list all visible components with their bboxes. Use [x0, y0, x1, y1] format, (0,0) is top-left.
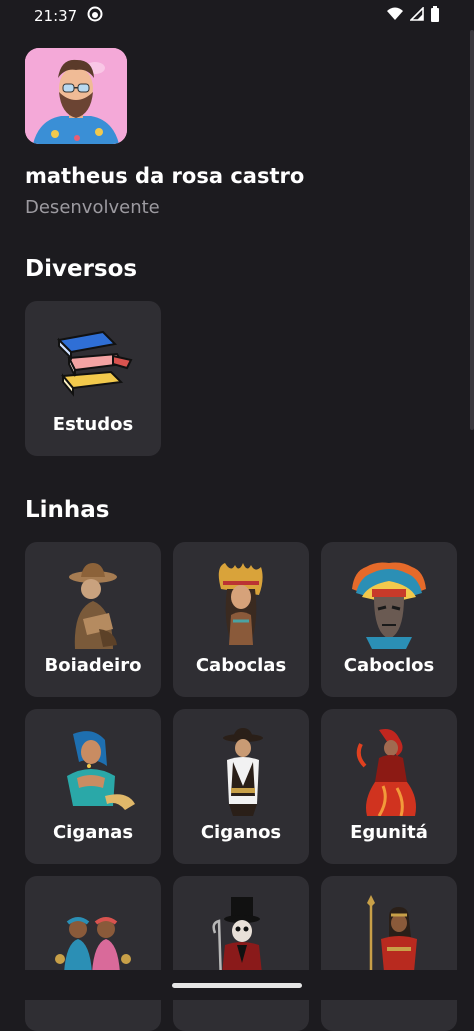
section-title-diversos: Diversos — [25, 256, 138, 282]
boiadeiro-figure — [25, 556, 161, 652]
books-icon — [25, 315, 161, 411]
section-title-linhas: Linhas — [25, 497, 110, 523]
avatar[interactable] — [25, 48, 127, 144]
card-boiadeiro[interactable]: Boiadeiro — [25, 542, 161, 697]
wifi-icon — [386, 7, 404, 25]
card-ciganos[interactable]: Ciganos — [173, 709, 309, 864]
card-ciganas[interactable]: Ciganas — [25, 709, 161, 864]
user-name: matheus da rosa castro — [25, 164, 305, 188]
card-label: Estudos — [52, 414, 134, 435]
gesture-navigation-handle[interactable] — [172, 983, 302, 988]
status-time: 21:37 — [34, 7, 78, 25]
ciganos-figure — [173, 723, 309, 819]
card-caboclos[interactable]: Caboclos — [321, 542, 457, 697]
card-linha-7[interactable] — [25, 876, 161, 1031]
card-label: Boiadeiro — [44, 655, 142, 676]
status-bar: 21:37 — [0, 0, 474, 32]
card-estudos[interactable]: Estudos — [25, 301, 161, 456]
card-caboclas[interactable]: Caboclas — [173, 542, 309, 697]
caboclas-figure — [173, 556, 309, 652]
card-linha-9[interactable] — [321, 876, 457, 1031]
card-label: Caboclos — [343, 655, 435, 676]
card-egunita[interactable]: Egunitá — [321, 709, 457, 864]
battery-icon — [430, 6, 440, 26]
cell-signal-icon — [409, 6, 424, 25]
app-notification-icon — [87, 6, 103, 26]
card-label: Ciganos — [200, 822, 282, 843]
user-role: Desenvolvente — [25, 197, 160, 218]
card-label: Caboclas — [195, 655, 287, 676]
card-label: Ciganas — [52, 822, 134, 843]
card-label: Egunitá — [350, 822, 428, 843]
egunita-figure — [321, 723, 457, 819]
caboclos-figure — [321, 556, 457, 652]
ciganas-figure — [25, 723, 161, 819]
card-linha-8[interactable] — [173, 876, 309, 1031]
scroll-indicator[interactable] — [470, 30, 474, 430]
